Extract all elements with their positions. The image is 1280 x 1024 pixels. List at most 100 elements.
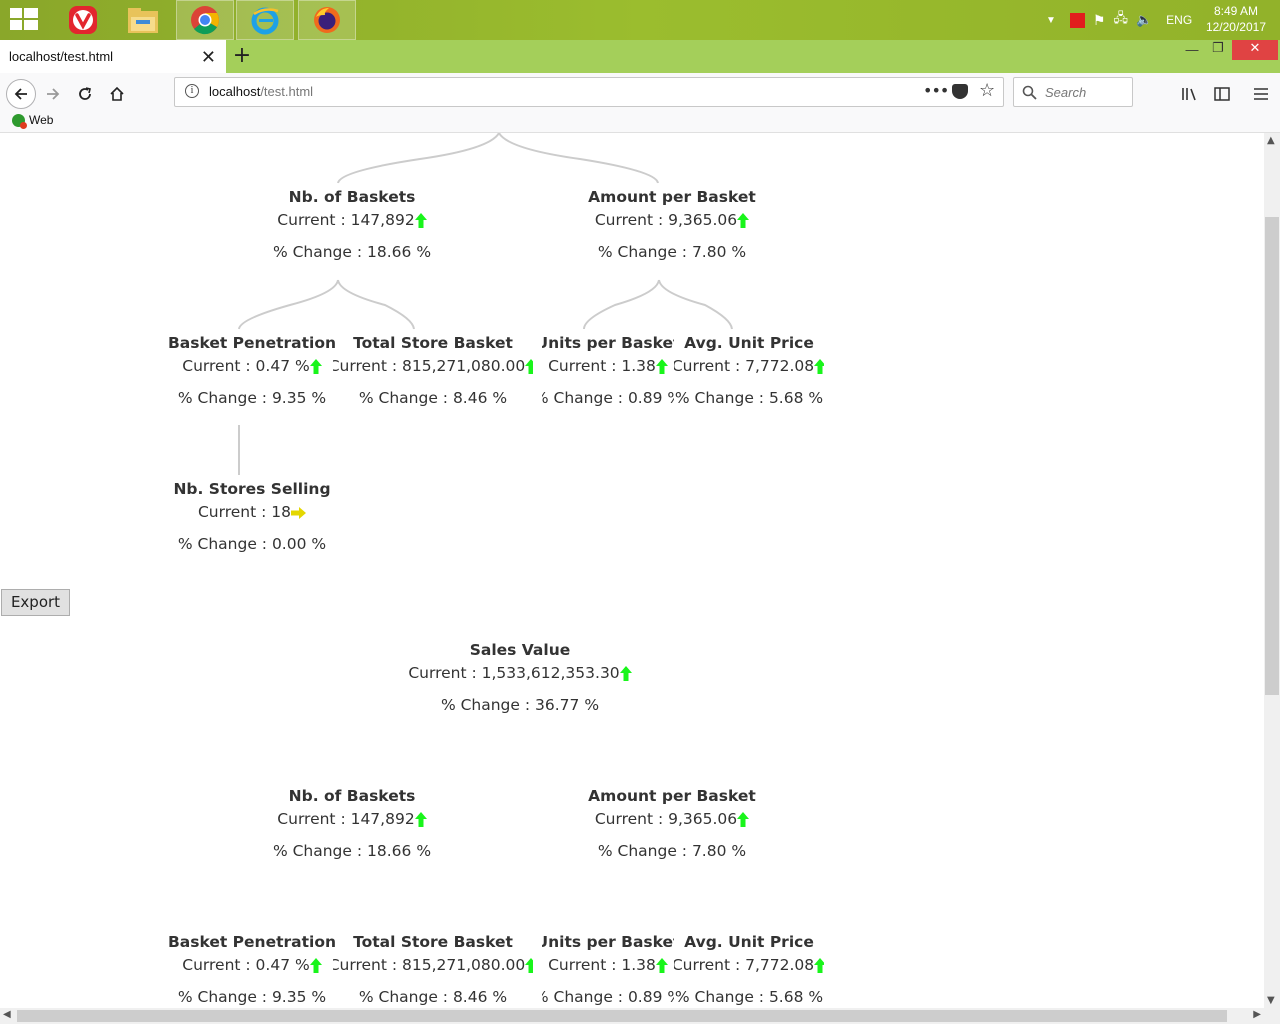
kpi-current-value: Current : 815,271,080.00 xyxy=(333,357,526,375)
up-arrow-icon xyxy=(737,213,750,228)
kpi-current: Current : 7,772.08 xyxy=(674,954,824,977)
reload-button[interactable] xyxy=(70,79,100,109)
clock[interactable]: 8:49 AM 12/20/2017 xyxy=(1206,3,1266,35)
kpi-current: Current : 815,271,080.00 xyxy=(333,355,533,378)
kpi-current-value: Current : 18 xyxy=(197,503,291,521)
horizontal-scroll-thumb[interactable] xyxy=(17,1010,1227,1022)
kpi-title: Nb. of Baskets xyxy=(288,787,416,805)
horizontal-scrollbar[interactable]: ◀ ▶ xyxy=(0,1008,1264,1024)
kpi-node-total-store-basket: Total Store Basket Current : 815,271,080… xyxy=(333,332,533,410)
pocket-icon[interactable] xyxy=(952,84,968,99)
kpi-change: % Change : 9.35 % xyxy=(177,988,327,1006)
kpi-node-avg-unit-price: Avg. Unit Price Current : 7,772.08 % Cha… xyxy=(674,332,824,410)
kpi-current: Current : 1.38 xyxy=(542,954,674,977)
scroll-left-icon[interactable]: ◀ xyxy=(3,1009,11,1020)
web-slice-icon xyxy=(12,113,27,129)
kpi-node-nb-baskets: Nb. of Baskets Current : 147,892 % Chang… xyxy=(252,186,452,264)
sidebar-button[interactable] xyxy=(1207,79,1237,109)
connector-amount-to-avg-unit-price xyxy=(658,279,733,330)
kpi-change: % Change : 5.68 % xyxy=(674,387,824,410)
site-info-icon[interactable]: i xyxy=(185,84,199,98)
connector-root-to-amount-per-basket xyxy=(498,133,659,184)
library-button[interactable] xyxy=(1175,79,1205,109)
windows-taskbar: ▼ ⚑ 🖧 🔈 ENG 8:49 AM 12/20/2017 xyxy=(0,0,1280,40)
vivaldi-icon[interactable] xyxy=(54,0,112,40)
search-box[interactable]: Search xyxy=(1013,77,1133,107)
kpi-current-value: Current : 815,271,080.00 xyxy=(333,956,526,974)
right-arrow-icon xyxy=(291,506,306,519)
kpi-current-value: Current : 1.38 xyxy=(548,956,656,974)
vertical-scroll-thumb[interactable] xyxy=(1265,217,1279,695)
bookmark-web[interactable]: Web xyxy=(12,113,54,129)
kpi-change: % Change : 9.35 % xyxy=(177,389,327,407)
file-explorer-icon[interactable] xyxy=(114,0,172,40)
page-actions-icon[interactable]: ••• xyxy=(923,81,949,100)
kpi-change: % Change : 18.66 % xyxy=(272,243,432,261)
restore-button[interactable]: ❐ xyxy=(1203,40,1233,60)
kpi-title: Basket Penetration xyxy=(167,933,337,951)
kpi-change: % Change : 0.00 % xyxy=(177,535,327,553)
home-button[interactable] xyxy=(102,79,132,109)
up-arrow-icon xyxy=(525,359,533,374)
kpi-current: Current : 1,533,612,353.30 xyxy=(370,662,670,685)
kpi-title: Avg. Unit Price xyxy=(684,334,814,352)
internet-explorer-icon[interactable] xyxy=(236,0,294,40)
scroll-right-icon[interactable]: ▶ xyxy=(1253,1009,1261,1020)
url-host: localhost xyxy=(209,84,261,99)
kpi-current: Current : 7,772.08 xyxy=(674,355,824,378)
forward-arrow-icon xyxy=(47,88,60,100)
up-arrow-icon xyxy=(525,958,533,973)
kpi-change: % Change : 5.68 % xyxy=(674,986,824,1008)
tab-test-html[interactable]: localhost/test.html ✕ xyxy=(0,40,226,73)
kpi-current-value: Current : 1.38 xyxy=(548,357,656,375)
clock-time: 8:49 AM xyxy=(1213,4,1258,18)
tree-connectors xyxy=(238,133,733,475)
kpi-title: Avg. Unit Price xyxy=(684,933,814,951)
bookmark-star-icon[interactable]: ☆ xyxy=(979,80,995,101)
kpi-change: % Change : 0.89 % xyxy=(542,986,674,1008)
url-text[interactable]: localhost/test.html xyxy=(209,84,313,99)
bookmark-label: Web xyxy=(29,113,54,127)
kpi-current: Current : 0.47 % xyxy=(152,954,352,977)
page-content: Nb. of Baskets Current : 147,892 % Chang… xyxy=(0,133,1264,1008)
kpi-node-basket-penetration-2: Basket Penetration Current : 0.47 % % Ch… xyxy=(152,931,352,1008)
flag-icon[interactable]: ⚑ xyxy=(1093,12,1106,29)
sidebar-icon xyxy=(1214,87,1230,101)
kpi-node-avg-unit-price-2: Avg. Unit Price Current : 7,772.08 % Cha… xyxy=(674,931,824,1008)
close-tab-icon[interactable]: ✕ xyxy=(201,47,216,68)
new-tab-button[interactable]: + xyxy=(231,43,253,68)
hamburger-menu-icon xyxy=(1254,88,1268,100)
kpi-current: Current : 147,892 xyxy=(252,209,452,232)
kpi-node-sales-value: Sales Value Current : 1,533,612,353.30 %… xyxy=(370,639,670,717)
firefox-icon[interactable] xyxy=(298,0,356,40)
kpi-title: Nb. of Baskets xyxy=(288,188,416,206)
vertical-scrollbar[interactable]: ▲ ▼ xyxy=(1264,133,1280,1008)
kpi-node-nb-baskets-2: Nb. of Baskets Current : 147,892 % Chang… xyxy=(252,785,452,863)
language-indicator[interactable]: ENG xyxy=(1166,13,1192,27)
kpi-title-text: Units per Basket xyxy=(542,933,674,951)
scroll-down-icon[interactable]: ▼ xyxy=(1267,995,1275,1006)
network-icon[interactable]: 🖧 xyxy=(1113,9,1128,31)
url-bar[interactable]: i localhost/test.html ••• ☆ xyxy=(174,77,1004,107)
kpi-change: % Change : 7.80 % xyxy=(597,243,747,261)
antivirus-icon[interactable] xyxy=(1069,12,1085,28)
kpi-node-units-per-basket: Units per Basket Current : 1.38 % Change… xyxy=(542,332,674,410)
export-button[interactable]: Export xyxy=(1,589,70,616)
chrome-icon[interactable] xyxy=(176,0,234,40)
kpi-current: Current : 18 xyxy=(152,501,352,524)
close-window-button[interactable]: ✕ xyxy=(1232,40,1278,60)
kpi-title-text: Units per Basket xyxy=(542,334,674,352)
volume-icon[interactable]: 🔈 xyxy=(1136,12,1152,28)
tab-title: localhost/test.html xyxy=(9,49,114,64)
kpi-change-text: % Change : 0.89 % xyxy=(542,389,674,407)
tray-expand-icon[interactable]: ▼ xyxy=(1046,15,1056,26)
kpi-current: Current : 1.38 xyxy=(542,355,674,378)
back-button[interactable] xyxy=(6,79,36,109)
menu-button[interactable] xyxy=(1246,79,1276,109)
forward-button[interactable] xyxy=(38,79,68,109)
kpi-current: Current : 815,271,080.00 xyxy=(333,954,533,977)
home-icon xyxy=(110,86,124,101)
up-arrow-icon xyxy=(309,359,322,374)
scroll-up-icon[interactable]: ▲ xyxy=(1267,135,1275,146)
windows-start-icon[interactable] xyxy=(10,8,38,32)
